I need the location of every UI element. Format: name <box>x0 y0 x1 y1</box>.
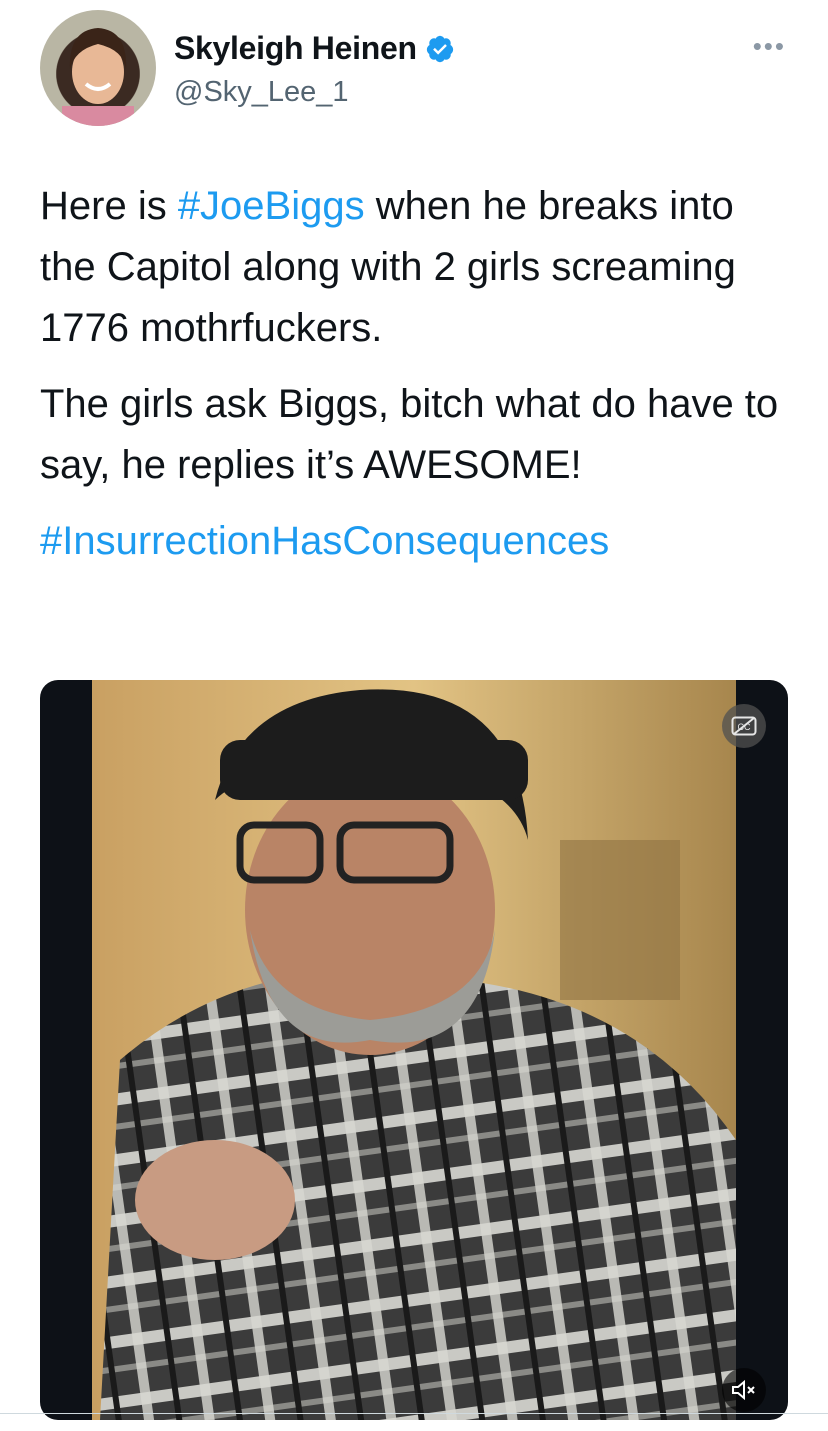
speaker-muted-icon <box>732 1379 755 1401</box>
hashtag-link-joebiggs[interactable]: #JoeBiggs <box>178 184 365 228</box>
cc-icon: CC <box>731 716 757 736</box>
more-options-icon[interactable]: ••• <box>753 33 786 59</box>
verified-badge-icon <box>426 35 453 62</box>
author-name-row[interactable]: Skyleigh Heinen <box>174 30 455 67</box>
avatar[interactable] <box>40 10 156 126</box>
author-display-name[interactable]: Skyleigh Heinen <box>174 30 417 67</box>
video-player[interactable]: CC <box>40 680 788 1420</box>
tweet-text-lead: Here is <box>40 184 178 228</box>
tweet-header: Skyleigh Heinen @Sky_Lee_1 ••• <box>40 10 800 130</box>
captions-button[interactable]: CC <box>722 704 766 748</box>
divider <box>0 1413 828 1414</box>
tweet-body: Here is #JoeBiggs when he breaks into th… <box>40 176 800 587</box>
tweet-paragraph-2: The girls ask Biggs, bitch what do have … <box>40 382 779 487</box>
mute-button[interactable] <box>722 1368 766 1412</box>
author-handle[interactable]: @Sky_Lee_1 <box>174 76 349 109</box>
hashtag-link-insurrection[interactable]: #InsurrectionHasConsequences <box>40 519 609 563</box>
tweet-paragraph-1: Here is #JoeBiggs when he breaks into th… <box>40 176 800 359</box>
video-frame <box>92 680 736 1420</box>
